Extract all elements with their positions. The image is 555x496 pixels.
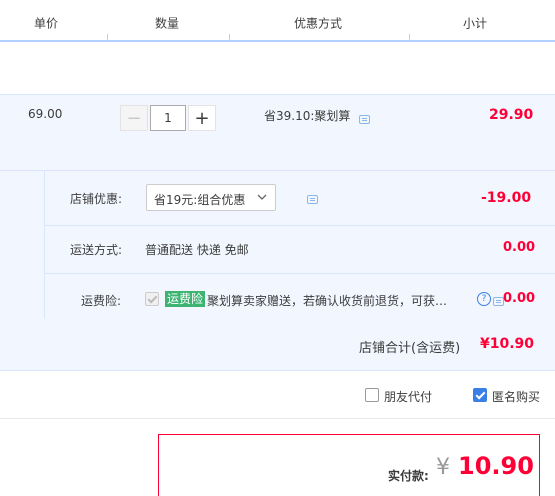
shop-total-label: 店铺合计(含运费): [359, 341, 461, 356]
friend-pay-checkbox[interactable]: [365, 388, 379, 402]
insurance-checkbox[interactable]: [145, 292, 159, 306]
header-quantity: 数量: [155, 16, 180, 31]
order-item-row: [0, 94, 555, 171]
qty-decrease-button[interactable]: −: [120, 105, 148, 131]
qty-increase-button[interactable]: +: [188, 105, 216, 131]
shop-discount-select-value: 省19元:组合优惠: [154, 193, 246, 207]
shop-discount-amount: -19.00: [481, 190, 532, 206]
divider: [0, 418, 555, 419]
quantity-stepper: − 1 +: [120, 105, 216, 131]
insurance-label: 运费险:: [81, 294, 122, 308]
shop-discount-select[interactable]: 省19元:组合优惠: [146, 184, 276, 211]
shop-total-value: ¥10.90: [480, 336, 535, 352]
table-header: 单价 数量 优惠方式 小计: [0, 0, 555, 42]
shipping-method: 普通配送 快递 免邮: [145, 243, 249, 257]
header-divider: [229, 34, 230, 41]
qty-input[interactable]: 1: [150, 105, 186, 131]
chevron-down-icon: [257, 194, 267, 200]
insurance-amount: 0.00: [503, 291, 536, 306]
help-icon[interactable]: ?: [477, 292, 491, 306]
divider: [44, 273, 555, 274]
divider: [44, 225, 555, 226]
header-subtotal: 小计: [463, 16, 488, 31]
shop-total-row: [0, 319, 555, 371]
anonymous-label[interactable]: 匿名购买: [492, 388, 540, 405]
header-divider: [107, 34, 108, 41]
chat-icon[interactable]: [359, 115, 370, 124]
payment-amount: 10.90: [458, 452, 534, 480]
payment-label: 实付款:: [388, 469, 429, 483]
header-unit-price: 单价: [34, 16, 59, 31]
divider: [44, 171, 45, 319]
insurance-badge: 运费险: [165, 291, 206, 307]
header-discount: 优惠方式: [294, 16, 343, 31]
chat-icon[interactable]: [306, 195, 318, 204]
shipping-label: 运送方式:: [70, 243, 123, 257]
item-promo-text: 省39.10:聚划算: [264, 109, 351, 123]
header-divider: [409, 34, 410, 41]
currency-symbol: ¥: [436, 455, 450, 480]
insurance-description: 聚划算卖家赠送，若确认收货前退货，可获…: [207, 294, 448, 308]
shop-discount-label: 店铺优惠:: [70, 192, 123, 206]
chat-icon[interactable]: [492, 297, 504, 306]
item-unit-price: 69.00: [28, 107, 63, 121]
shipping-amount: 0.00: [503, 240, 536, 255]
anonymous-checkbox[interactable]: [473, 388, 487, 402]
item-subtotal: 29.90: [489, 107, 534, 123]
friend-pay-label[interactable]: 朋友代付: [384, 388, 432, 405]
